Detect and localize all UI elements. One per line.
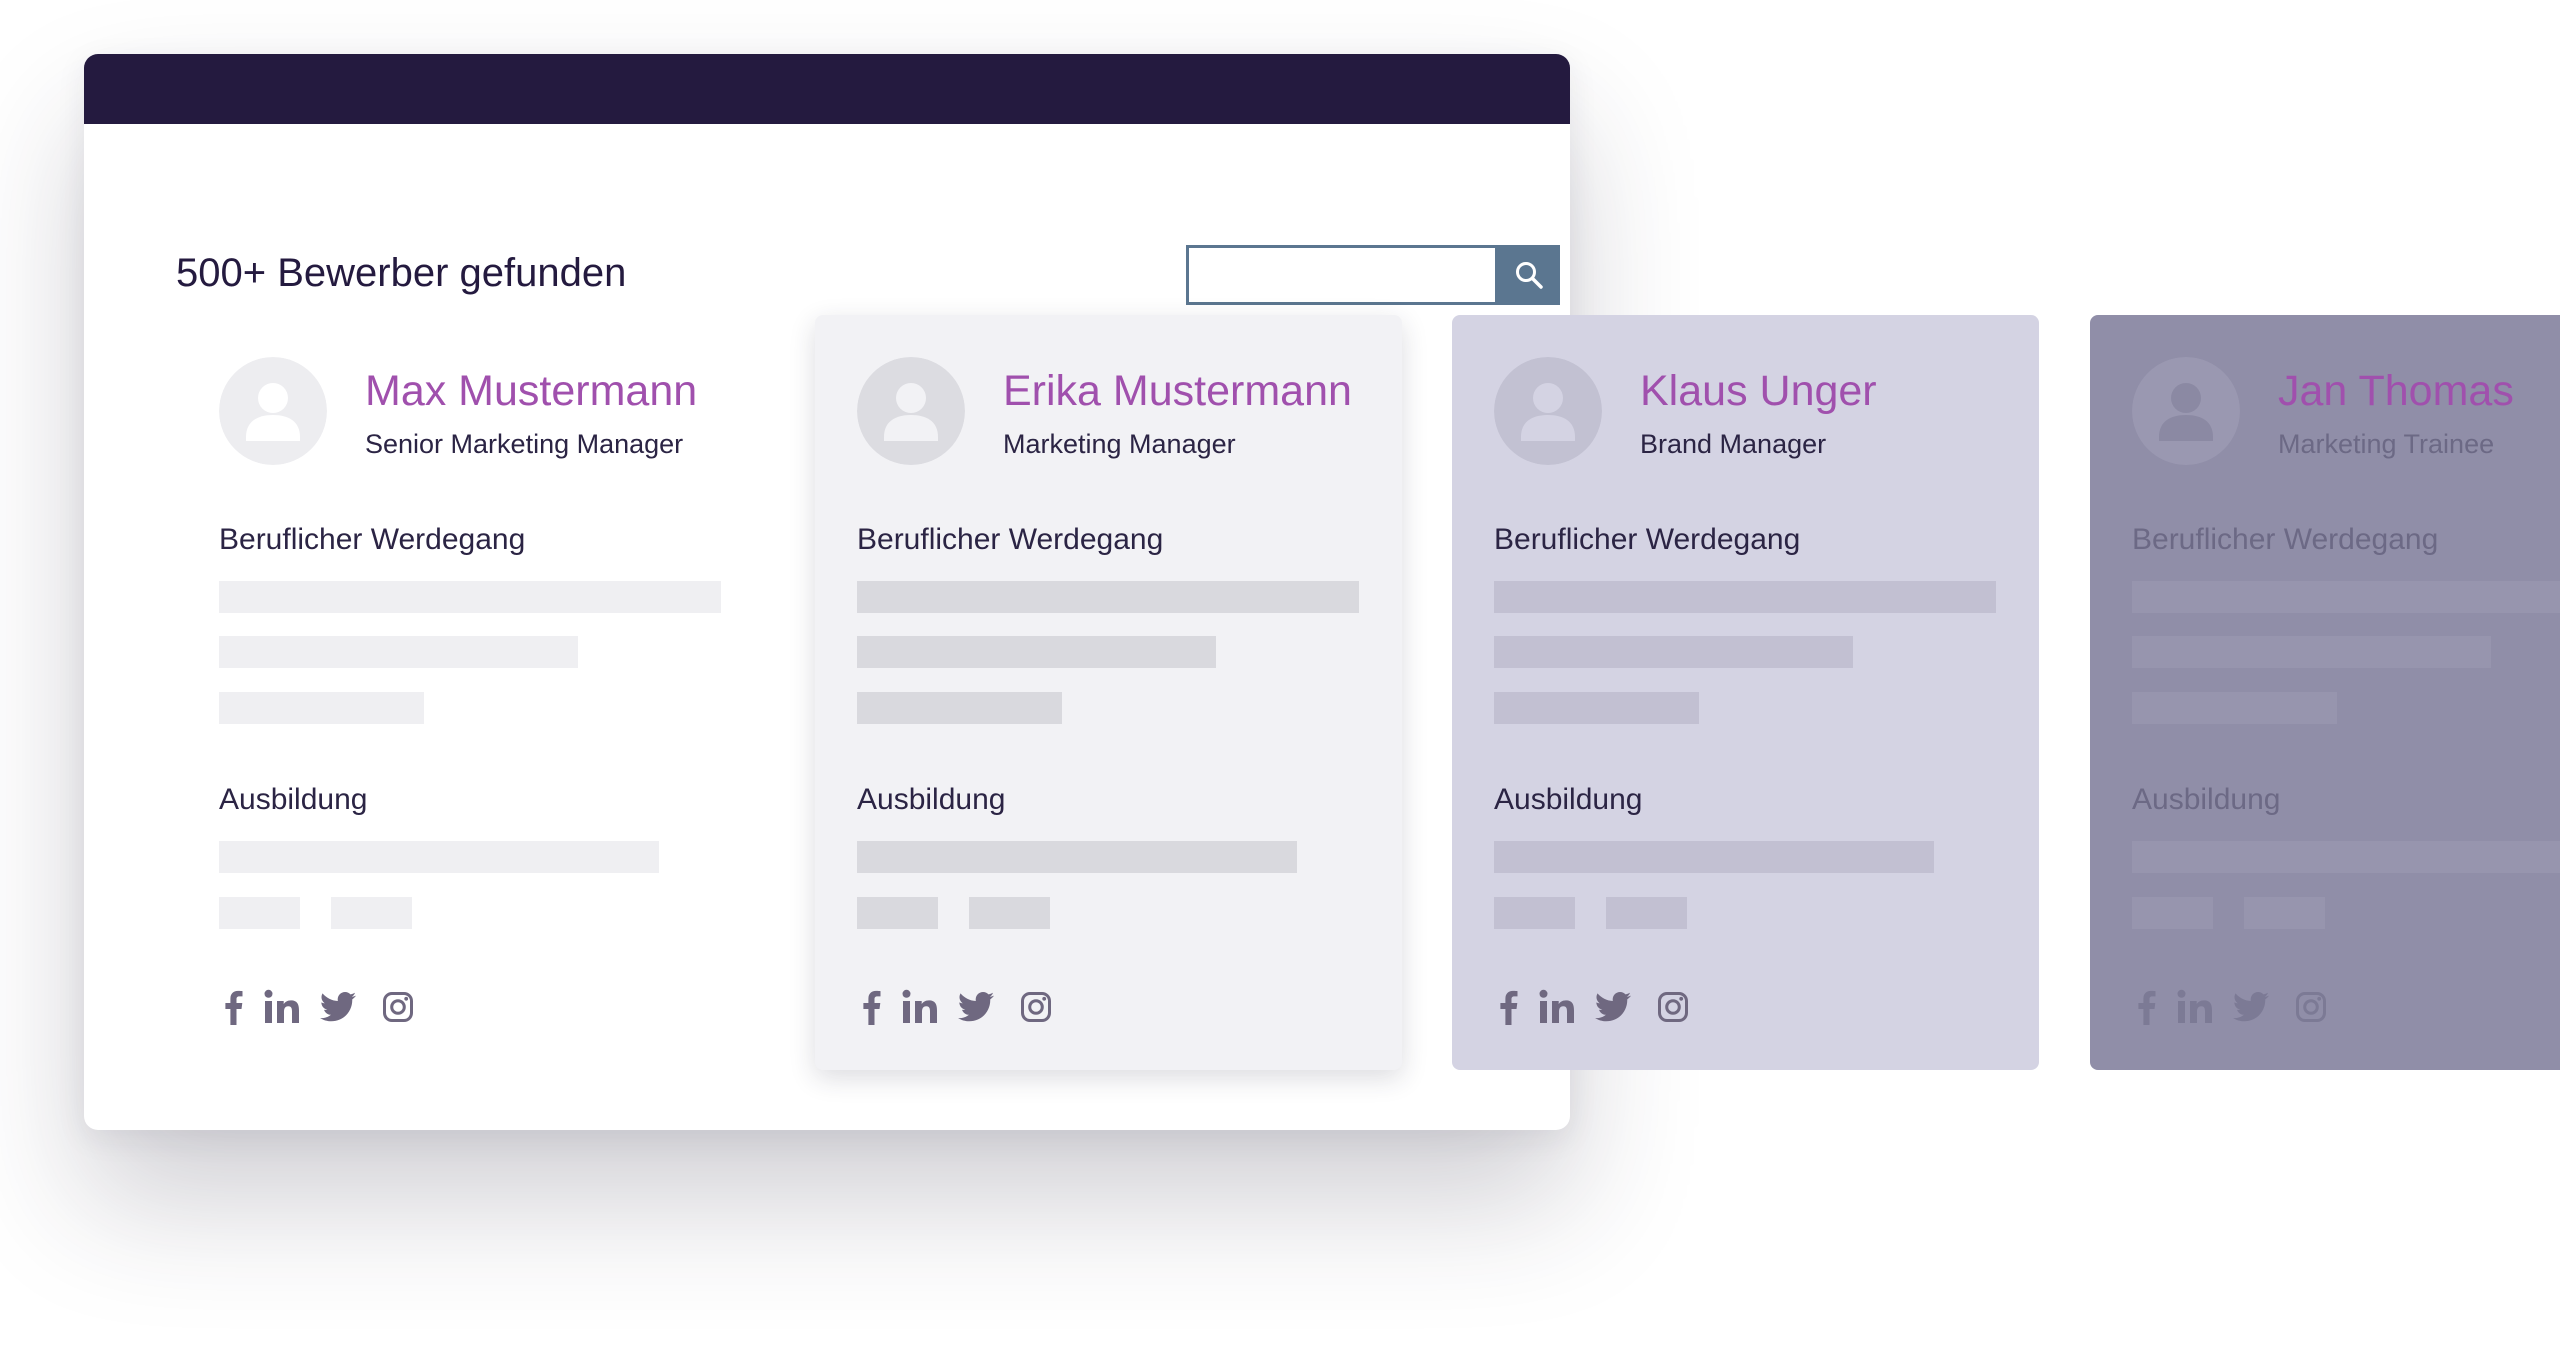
avatar bbox=[857, 357, 965, 465]
search-input[interactable] bbox=[1186, 245, 1498, 305]
education-section-label: Ausbildung bbox=[1494, 783, 1643, 816]
education-placeholder-tag bbox=[2244, 897, 2325, 929]
education-placeholder-tag bbox=[969, 897, 1050, 929]
education-placeholder-line bbox=[219, 841, 659, 873]
instagram-link[interactable] bbox=[2288, 985, 2334, 1029]
user-avatar-icon bbox=[2132, 357, 2240, 465]
career-placeholder-line bbox=[2132, 581, 2560, 613]
twitter-icon bbox=[2233, 992, 2269, 1022]
candidate-card-4[interactable]: Jan Thomas Marketing Trainee Beruflicher… bbox=[2090, 315, 2560, 1070]
facebook-link[interactable] bbox=[2128, 985, 2164, 1029]
career-placeholder-line bbox=[219, 581, 721, 613]
career-placeholder-line bbox=[219, 636, 578, 668]
career-section-label: Beruflicher Werdegang bbox=[1494, 523, 1801, 556]
linkedin-icon bbox=[2177, 989, 2212, 1023]
instagram-icon bbox=[2296, 992, 2326, 1022]
facebook-link[interactable] bbox=[853, 985, 889, 1029]
candidate-role: Brand Manager bbox=[1640, 429, 1827, 459]
career-section-label: Beruflicher Werdegang bbox=[2132, 523, 2439, 556]
education-section-label: Ausbildung bbox=[219, 783, 368, 816]
education-placeholder-line bbox=[857, 841, 1297, 873]
instagram-link[interactable] bbox=[1013, 985, 1059, 1029]
career-placeholder-line bbox=[857, 636, 1216, 668]
candidate-card-2[interactable]: Erika Mustermann Marketing Manager Beruf… bbox=[815, 315, 1402, 1070]
facebook-icon bbox=[1500, 990, 1518, 1025]
education-placeholder-tag bbox=[219, 897, 300, 929]
user-avatar-icon bbox=[1494, 357, 1602, 465]
user-avatar-icon bbox=[857, 357, 965, 465]
career-placeholder-line bbox=[857, 692, 1062, 724]
facebook-icon bbox=[225, 990, 243, 1025]
linkedin-link[interactable] bbox=[897, 985, 943, 1029]
avatar bbox=[2132, 357, 2240, 465]
avatar bbox=[219, 357, 327, 465]
instagram-icon bbox=[1658, 992, 1688, 1022]
twitter-icon bbox=[320, 992, 356, 1022]
linkedin-icon bbox=[1539, 989, 1574, 1023]
career-placeholder-line bbox=[219, 692, 424, 724]
career-section-label: Beruflicher Werdegang bbox=[219, 523, 526, 556]
career-placeholder-line bbox=[2132, 692, 2337, 724]
education-placeholder-line bbox=[1494, 841, 1934, 873]
career-placeholder-line bbox=[1494, 581, 1996, 613]
instagram-icon bbox=[1021, 992, 1051, 1022]
education-section-label: Ausbildung bbox=[857, 783, 1006, 816]
twitter-link[interactable] bbox=[2228, 985, 2274, 1029]
candidate-role: Senior Marketing Manager bbox=[365, 429, 684, 459]
candidate-card-1[interactable]: Max Mustermann Senior Marketing Manager … bbox=[177, 315, 764, 1070]
results-count-heading: 500+ Bewerber gefunden bbox=[176, 251, 627, 295]
twitter-icon bbox=[1595, 992, 1631, 1022]
education-placeholder-line bbox=[2132, 841, 2560, 873]
facebook-link[interactable] bbox=[1490, 985, 1526, 1029]
linkedin-icon bbox=[264, 989, 299, 1023]
career-section-label: Beruflicher Werdegang bbox=[857, 523, 1164, 556]
instagram-link[interactable] bbox=[375, 985, 421, 1029]
candidate-role: Marketing Manager bbox=[1003, 429, 1236, 459]
window-title-bar bbox=[84, 54, 1570, 124]
education-section-label: Ausbildung bbox=[2132, 783, 2281, 816]
career-placeholder-line bbox=[1494, 636, 1853, 668]
education-placeholder-tag bbox=[857, 897, 938, 929]
instagram-icon bbox=[383, 992, 413, 1022]
career-placeholder-line bbox=[1494, 692, 1699, 724]
twitter-icon bbox=[958, 992, 994, 1022]
candidate-card-3[interactable]: Klaus Unger Brand Manager Beruflicher We… bbox=[1452, 315, 2039, 1070]
facebook-link[interactable] bbox=[215, 985, 251, 1029]
twitter-link[interactable] bbox=[315, 985, 361, 1029]
linkedin-icon bbox=[902, 989, 937, 1023]
facebook-icon bbox=[2138, 990, 2156, 1025]
linkedin-link[interactable] bbox=[2172, 985, 2218, 1029]
candidate-name[interactable]: Klaus Unger bbox=[1640, 365, 1877, 417]
search-button[interactable] bbox=[1498, 245, 1560, 305]
instagram-link[interactable] bbox=[1650, 985, 1696, 1029]
candidate-name[interactable]: Erika Mustermann bbox=[1003, 365, 1352, 417]
avatar bbox=[1494, 357, 1602, 465]
linkedin-link[interactable] bbox=[1534, 985, 1580, 1029]
education-placeholder-tag bbox=[331, 897, 412, 929]
user-avatar-icon bbox=[219, 357, 327, 465]
twitter-link[interactable] bbox=[953, 985, 999, 1029]
twitter-link[interactable] bbox=[1590, 985, 1636, 1029]
candidate-name[interactable]: Max Mustermann bbox=[365, 365, 697, 417]
candidate-name[interactable]: Jan Thomas bbox=[2278, 365, 2514, 417]
candidate-role: Marketing Trainee bbox=[2278, 429, 2495, 459]
facebook-icon bbox=[863, 990, 881, 1025]
education-placeholder-tag bbox=[2132, 897, 2213, 929]
search-icon bbox=[1516, 262, 1543, 289]
career-placeholder-line bbox=[857, 581, 1359, 613]
career-placeholder-line bbox=[2132, 636, 2491, 668]
education-placeholder-tag bbox=[1494, 897, 1575, 929]
education-placeholder-tag bbox=[1606, 897, 1687, 929]
linkedin-link[interactable] bbox=[259, 985, 305, 1029]
